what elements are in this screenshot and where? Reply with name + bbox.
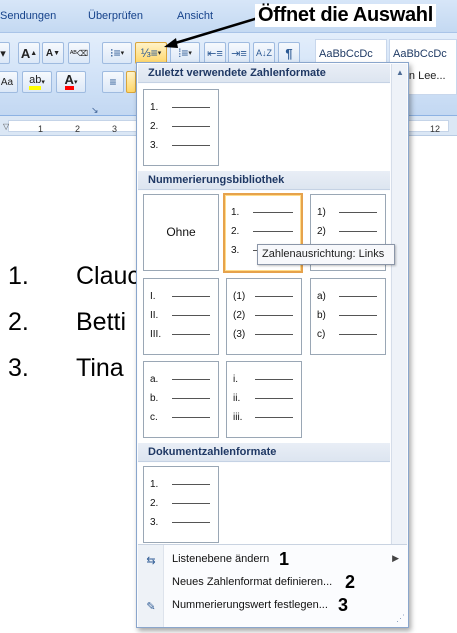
library-formats: Ohne 1. 2. 3. 1) 2) 3) I. II. III. (1) (… <box>138 191 390 443</box>
tile-marker: iii. <box>233 412 243 423</box>
tile-marker: III. <box>150 329 162 340</box>
tile-marker: b) <box>317 310 326 321</box>
annotation-label: Öffnet die Auswahl <box>255 4 436 27</box>
menu-item-label: Listenebene ändern <box>172 553 270 565</box>
submenu-arrow-icon: ▶ <box>392 553 399 563</box>
format-tile-none[interactable]: Ohne <box>143 194 219 271</box>
tile-marker: 1. <box>150 479 159 490</box>
font-color-icon: A <box>64 73 74 90</box>
tile-marker: 1) <box>317 207 326 218</box>
format-tile-parenthesized[interactable]: (1) (2) (3) <box>226 278 302 355</box>
step-number: 1 <box>279 549 290 569</box>
tile-marker: (1) <box>233 291 246 302</box>
gallery-scrollbar[interactable]: ▲ ▼ <box>391 64 407 606</box>
list-item-number: 3. <box>8 354 29 382</box>
highlight-button[interactable]: ab ▾ <box>22 71 52 93</box>
ruler-number: 3 <box>112 124 118 134</box>
list-item-text[interactable]: Tina <box>76 354 124 383</box>
set-value-icon: ✎ <box>146 600 156 613</box>
section-document-header: Dokumentzahlenformate <box>138 443 390 462</box>
align-left-icon: ≡ <box>109 75 117 89</box>
tile-marker: (2) <box>233 310 246 321</box>
font-dialog-launcher-icon[interactable]: ↘ <box>91 105 99 116</box>
tile-marker: i. <box>233 374 238 385</box>
tile-marker: 1. <box>231 207 240 218</box>
document-formats: 1. 2. 3. <box>138 463 390 544</box>
indent-marker-icon[interactable]: ▽ <box>3 122 9 131</box>
tile-marker: 2. <box>150 121 159 132</box>
tile-marker: b. <box>150 393 159 404</box>
menu-item-set-numbering-value[interactable]: ✎ Nummerierungswert festlegen... 3 <box>138 595 407 617</box>
change-case-icon: Aa <box>0 76 14 88</box>
tile-marker: a. <box>150 374 159 385</box>
list-item-number: 2. <box>8 308 29 336</box>
format-tile-roman-upper[interactable]: I. II. III. <box>143 278 219 355</box>
format-tile-document[interactable]: 1. 2. 3. <box>143 466 219 543</box>
section-library-header: Nummerierungsbibliothek <box>138 171 390 190</box>
highlighter-icon: ab <box>29 74 42 90</box>
list-level-icon: ⇆ <box>146 554 156 567</box>
menu-item-label: Nummerierungswert festlegen... <box>172 599 328 611</box>
step-number: 3 <box>338 595 349 615</box>
tile-marker: 1. <box>150 102 159 113</box>
menu-item-label: Neues Zahlenformat definieren... <box>172 576 333 588</box>
tile-marker: I. <box>150 291 156 302</box>
font-color-button[interactable]: A ▾ <box>56 71 86 93</box>
tile-marker: 2) <box>317 226 326 237</box>
list-item-number: 1. <box>8 262 29 290</box>
format-tile-alpha-dot[interactable]: a. b. c. <box>143 361 219 438</box>
tile-marker: 3. <box>150 140 159 151</box>
recent-formats: 1. 2. 3. <box>138 84 390 171</box>
format-tile-recent[interactable]: 1. 2. 3. <box>143 89 219 166</box>
tile-marker: 2. <box>231 226 240 237</box>
list-item-text[interactable]: Betti <box>76 308 126 337</box>
gallery-menu: ⇆ Listenebene ändern 1 ▶ Neues Zahlenfor… <box>138 544 407 627</box>
format-tile-alpha-paren[interactable]: a) b) c) <box>310 278 386 355</box>
step-number: 2 <box>345 572 356 592</box>
resize-grip-icon[interactable]: ⋰ <box>396 613 405 624</box>
tile-marker: a) <box>317 291 326 302</box>
menu-item-define-number-format[interactable]: Neues Zahlenformat definieren... 2 <box>138 572 407 594</box>
tile-marker: c) <box>317 329 326 340</box>
ruler-number: 1 <box>38 124 44 134</box>
tile-marker: II. <box>150 310 159 321</box>
align-center-button[interactable] <box>126 71 136 93</box>
list-item-text[interactable]: Clauc <box>76 262 140 291</box>
tile-none-label: Ohne <box>166 225 196 239</box>
tile-marker: ii. <box>233 393 241 404</box>
tile-marker: 3. <box>150 517 159 528</box>
align-left-button[interactable]: ≡ <box>102 71 124 93</box>
ruler-number: 12 <box>430 124 441 134</box>
alignment-tooltip: Zahlenausrichtung: Links <box>257 244 395 265</box>
tile-marker: 3. <box>231 245 240 256</box>
tile-marker: (3) <box>233 329 246 340</box>
change-case-button[interactable]: Aa <box>0 71 18 93</box>
numbering-gallery: Zuletzt verwendete Zahlenformate 1. 2. 3… <box>136 62 409 628</box>
ruler-number: 2 <box>75 124 81 134</box>
menu-item-change-list-level[interactable]: ⇆ Listenebene ändern 1 ▶ <box>138 549 407 571</box>
tile-marker: c. <box>150 412 158 423</box>
tile-marker: 2. <box>150 498 159 509</box>
format-tile-roman-lower[interactable]: i. ii. iii. <box>226 361 302 438</box>
